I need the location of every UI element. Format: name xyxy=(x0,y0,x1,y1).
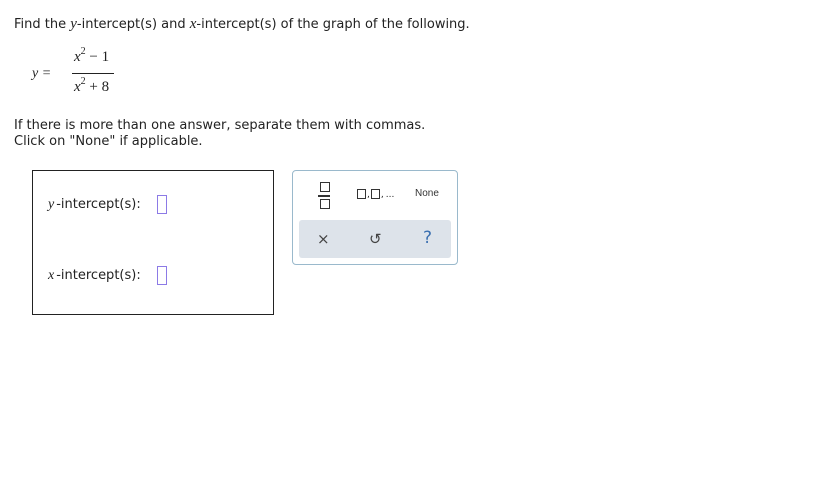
prompt-text-1: Find the xyxy=(14,17,71,32)
equation-denominator: x2 + 8 xyxy=(74,76,110,96)
problem-prompt: Find the y-intercept(s) and x-intercept(… xyxy=(14,16,470,33)
x-var-label: x xyxy=(48,267,55,283)
x-intercept-label: -intercept(s): xyxy=(56,268,141,283)
fraction-top-icon xyxy=(320,182,330,192)
list-box-icon xyxy=(370,189,380,199)
fraction-template-button[interactable] xyxy=(317,182,331,210)
prompt-text-2: -intercept(s) and xyxy=(76,17,190,32)
instruction-line-1: If there is more than one answer, separa… xyxy=(14,118,426,133)
x-intercept-row: x -intercept(s): xyxy=(48,266,167,285)
clear-icon[interactable]: × xyxy=(317,230,330,248)
y-var-label: y xyxy=(48,196,55,212)
fraction-line-icon xyxy=(318,195,330,197)
list-template-button[interactable]: , , ... xyxy=(357,189,395,200)
instructions: If there is more than one answer, separa… xyxy=(14,118,425,150)
fraction-bottom-icon xyxy=(320,199,330,209)
answer-box: y -intercept(s): x -intercept(s): xyxy=(32,170,274,315)
equation-lhs: y = xyxy=(32,66,52,81)
palette-tools: × ↺ ? xyxy=(299,220,451,258)
help-icon[interactable]: ? xyxy=(423,228,432,248)
none-button[interactable]: None xyxy=(415,188,439,199)
prompt-y-var: y xyxy=(70,16,77,32)
equation-numerator: x2 − 1 xyxy=(74,46,110,66)
prompt-text-3: -intercept(s) of the graph of the follow… xyxy=(196,17,470,32)
undo-icon[interactable]: ↺ xyxy=(369,230,382,248)
math-palette: , , ... None × ↺ ? xyxy=(292,170,458,265)
y-intercept-label: -intercept(s): xyxy=(56,197,141,212)
y-intercept-row: y -intercept(s): xyxy=(48,195,167,214)
y-intercept-input[interactable] xyxy=(156,195,167,214)
fraction-bar xyxy=(72,73,114,74)
x-intercept-input[interactable] xyxy=(156,266,167,285)
instruction-line-2: Click on "None" if applicable. xyxy=(14,134,203,149)
list-box-icon xyxy=(357,189,366,199)
